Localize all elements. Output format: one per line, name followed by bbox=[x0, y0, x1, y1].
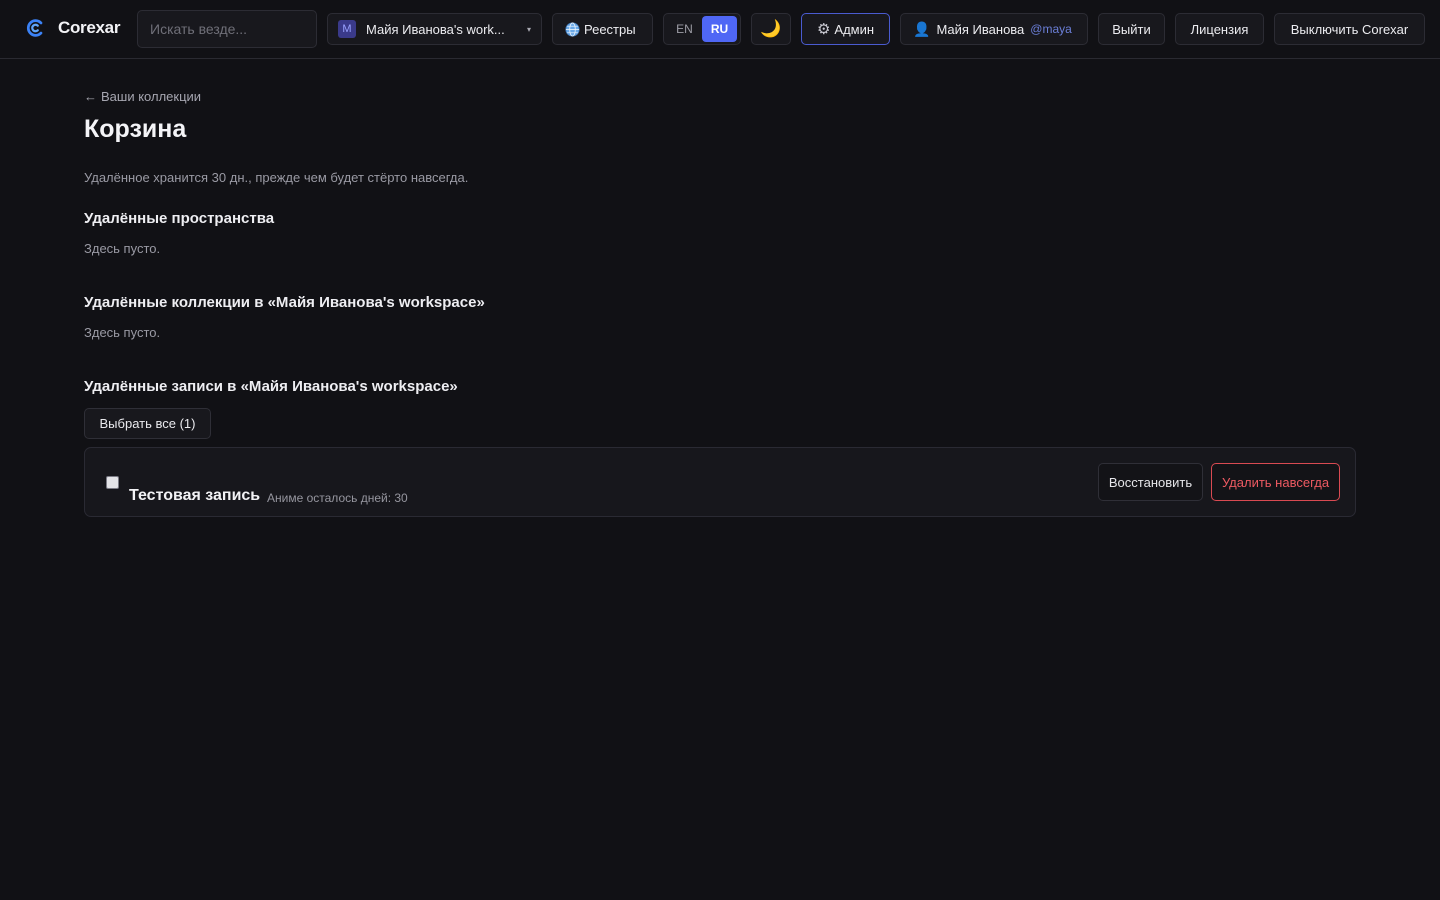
license-button[interactable]: Лицензия bbox=[1175, 13, 1264, 45]
deleted-collections-heading: Удалённые коллекции в «Майя Иванова's wo… bbox=[84, 294, 485, 311]
list-item: Тестовая запись Аниме осталось дней: 30 … bbox=[84, 447, 1356, 517]
lang-en-button[interactable]: EN bbox=[667, 16, 702, 42]
registries-label: Реестры bbox=[584, 21, 636, 37]
workspace-switcher[interactable]: M Майя Иванова's work... ▾ bbox=[327, 13, 542, 45]
user-menu[interactable]: 👤 Майя Иванова @maya bbox=[900, 13, 1088, 45]
restore-button[interactable]: Восстановить bbox=[1098, 463, 1203, 501]
item-meta: Аниме осталось дней: 30 bbox=[267, 491, 408, 505]
license-label: Лицензия bbox=[1190, 21, 1249, 37]
deleted-spaces-empty: Здесь пусто. bbox=[84, 241, 161, 256]
app-name: Corexar bbox=[58, 18, 121, 37]
top-bar: Corexar M Майя Иванова's work... ▾ Реест… bbox=[0, 0, 1440, 59]
global-search bbox=[137, 10, 317, 48]
back-link[interactable]: ← Ваши коллекции bbox=[84, 89, 201, 104]
logout-button[interactable]: Выйти bbox=[1098, 13, 1165, 45]
item-checkbox[interactable] bbox=[106, 476, 119, 489]
delete-forever-button[interactable]: Удалить навсегда bbox=[1211, 463, 1340, 501]
deleted-records-heading: Удалённые записи в «Майя Иванова's works… bbox=[84, 378, 458, 395]
item-name: Тестовая запись bbox=[129, 487, 261, 504]
user-handle: @maya bbox=[1030, 22, 1072, 36]
user-icon: 👤 bbox=[913, 20, 931, 37]
registries-button[interactable]: Реестры bbox=[552, 13, 653, 45]
deleted-collections-empty: Здесь пусто. bbox=[84, 325, 161, 340]
user-name: Майя Иванова bbox=[936, 21, 1025, 37]
moon-icon: 🌙 bbox=[760, 19, 782, 38]
deleted-spaces-heading: Удалённые пространства bbox=[84, 210, 275, 227]
select-all-button[interactable]: Выбрать все (1) bbox=[84, 408, 211, 439]
corexar-logo-icon bbox=[26, 19, 43, 37]
workspace-badge: M bbox=[338, 20, 356, 38]
admin-button[interactable]: ⚙ Админ bbox=[801, 13, 890, 45]
arrow-left-icon: ← bbox=[84, 89, 97, 104]
globe-icon bbox=[565, 21, 580, 37]
retention-note: Удалённое хранится 30 дн., прежде чем бу… bbox=[84, 170, 469, 185]
theme-toggle-button[interactable]: 🌙 bbox=[751, 13, 791, 45]
shutdown-button[interactable]: Выключить Corexar bbox=[1274, 13, 1425, 45]
shutdown-label: Выключить Corexar bbox=[1290, 21, 1409, 37]
lang-ru-button[interactable]: RU bbox=[702, 16, 737, 42]
page-title: Корзина bbox=[84, 115, 187, 143]
workspace-name: Майя Иванова's work... bbox=[366, 21, 505, 37]
admin-label: Админ bbox=[834, 21, 875, 37]
chevron-down-icon: ▾ bbox=[526, 24, 531, 34]
logout-label: Выйти bbox=[1112, 21, 1151, 37]
search-input[interactable] bbox=[150, 21, 304, 37]
logo[interactable]: Corexar bbox=[24, 17, 120, 39]
gear-icon: ⚙ bbox=[816, 21, 831, 38]
back-label: Ваши коллекции bbox=[101, 89, 202, 104]
language-switcher: EN RU bbox=[663, 13, 741, 45]
